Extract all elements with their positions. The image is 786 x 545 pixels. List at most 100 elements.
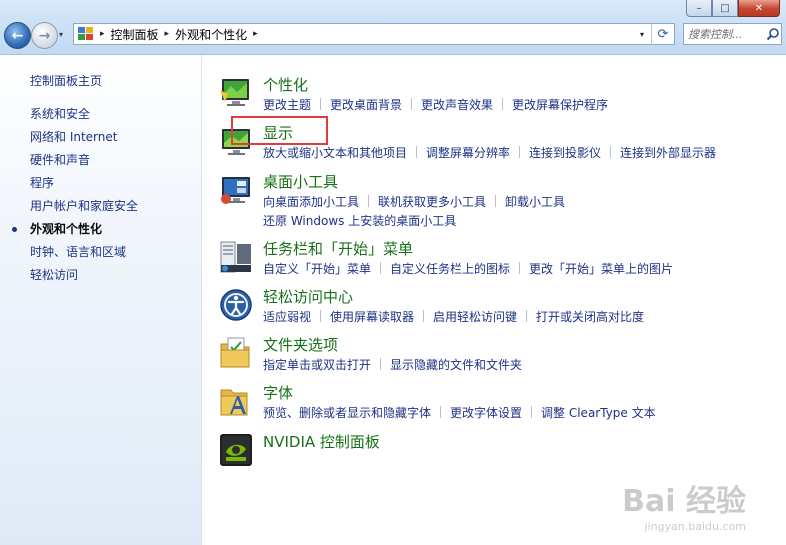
category-links: 预览、删除或者显示和隐藏字体 更改字体设置 调整 ClearType 文本: [263, 404, 783, 423]
link-separator: [519, 262, 521, 274]
link-change-sound-effects[interactable]: 更改声音效果: [421, 98, 493, 112]
link-get-more-gadgets[interactable]: 联机获取更多小工具: [378, 195, 486, 209]
back-button[interactable]: ←: [4, 22, 31, 49]
link-separator: [416, 146, 418, 158]
link-change-font-settings[interactable]: 更改字体设置: [450, 406, 522, 420]
link-separator: [380, 358, 382, 370]
personalization-icon: [220, 79, 249, 106]
refresh-button[interactable]: ⟳: [651, 24, 674, 44]
link-separator: [531, 406, 533, 418]
taskbar-icon: [220, 241, 251, 273]
category-links: 自定义「开始」菜单 自定义任务栏上的图标 更改「开始」菜单上的图片: [263, 260, 783, 279]
sidebar-item-appearance: 外观和个性化: [0, 218, 200, 241]
link-use-screen-reader[interactable]: 使用屏幕读取器: [330, 310, 414, 324]
breadcrumb-control-panel[interactable]: 控制面板: [111, 26, 159, 43]
link-add-gadgets[interactable]: 向桌面添加小工具: [263, 195, 359, 209]
folder-options-icon: [220, 337, 250, 368]
control-panel-icon: [78, 27, 94, 41]
sidebar-item-label: 外观和个性化: [30, 222, 103, 236]
breadcrumb-separator: ▸: [100, 29, 105, 39]
category-links: 放大或缩小文本和其他项目 调整屏幕分辨率 连接到投影仪 连接到外部显示器: [263, 144, 783, 163]
category-title[interactable]: NVIDIA 控制面板: [263, 431, 380, 452]
watermark-url: jingyan.baidu.com: [644, 520, 746, 533]
link-separator: [502, 98, 504, 110]
category-title[interactable]: 字体: [263, 382, 293, 403]
link-change-theme[interactable]: 更改主题: [263, 98, 311, 112]
link-separator: [423, 310, 425, 322]
category-links: 更改主题 更改桌面背景 更改声音效果 更改屏幕保护程序: [263, 96, 783, 115]
category-links: 向桌面添加小工具 联机获取更多小工具 卸载小工具 还原 Windows 上安装的桌面…: [263, 193, 783, 231]
link-zoom-text[interactable]: 放大或缩小文本和其他项目: [263, 146, 407, 160]
link-separator: [440, 406, 442, 418]
link-uninstall-gadget[interactable]: 卸载小工具: [505, 195, 565, 209]
sidebar-item-network[interactable]: 网络和 Internet: [0, 126, 200, 149]
link-adjust-cleartype[interactable]: 调整 ClearType 文本: [541, 406, 656, 420]
nvidia-icon: [220, 434, 252, 466]
link-connect-external-display[interactable]: 连接到外部显示器: [620, 146, 716, 160]
maximize-button[interactable]: □: [712, 0, 738, 17]
sidebar-home-link[interactable]: 控制面板主页: [30, 72, 102, 89]
link-enable-access-keys[interactable]: 启用轻松访问键: [433, 310, 517, 324]
sidebar-item-hardware-sound[interactable]: 硬件和声音: [0, 149, 200, 172]
recent-pages-dropdown[interactable]: ▾: [59, 30, 63, 39]
back-arrow-icon: ←: [11, 27, 24, 44]
refresh-icon: ⟳: [657, 26, 669, 42]
link-restore-gadgets[interactable]: 还原 Windows 上安装的桌面小工具: [263, 214, 456, 228]
minimize-button[interactable]: –: [686, 0, 712, 17]
link-connect-projector[interactable]: 连接到投影仪: [529, 146, 601, 160]
search-icon[interactable]: [766, 27, 780, 41]
link-separator: [320, 310, 322, 322]
link-change-start-menu-picture[interactable]: 更改「开始」菜单上的图片: [529, 262, 673, 276]
link-separator: [411, 98, 413, 110]
link-preview-fonts[interactable]: 预览、删除或者显示和隐藏字体: [263, 406, 431, 420]
category-links: 适应弱视 使用屏幕读取器 启用轻松访问键 打开或关闭高对比度: [263, 308, 783, 327]
link-customize-start-menu[interactable]: 自定义「开始」菜单: [263, 262, 371, 276]
link-high-contrast[interactable]: 打开或关闭高对比度: [536, 310, 644, 324]
address-dropdown[interactable]: ▾: [634, 24, 650, 44]
category-title[interactable]: 任务栏和「开始」菜单: [263, 238, 413, 259]
link-low-vision[interactable]: 适应弱视: [263, 310, 311, 324]
link-adjust-resolution[interactable]: 调整屏幕分辨率: [426, 146, 510, 160]
sidebar: 控制面板主页 系统和安全 网络和 Internet 硬件和声音 程序 用户帐户和…: [0, 55, 202, 545]
ease-of-access-icon: [220, 289, 252, 321]
link-separator: [368, 195, 370, 207]
search-input[interactable]: [688, 27, 764, 41]
category-title[interactable]: 个性化: [263, 74, 308, 95]
link-change-screen-saver[interactable]: 更改屏幕保护程序: [512, 98, 608, 112]
breadcrumb-separator[interactable]: ▸: [253, 29, 258, 39]
sidebar-item-programs[interactable]: 程序: [0, 172, 200, 195]
title-bar: – □ ✕ ← → ▾ ▸ 控制面板 ▸ 外观和个性化 ▸ ▾ ⟳: [0, 0, 786, 55]
sidebar-item-user-accounts[interactable]: 用户帐户和家庭安全: [0, 195, 200, 218]
link-single-double-click[interactable]: 指定单击或双击打开: [263, 358, 371, 372]
fonts-icon: [220, 389, 248, 416]
sidebar-item-clock-region[interactable]: 时钟、语言和区域: [0, 241, 200, 264]
close-button[interactable]: ✕: [738, 0, 780, 17]
category-links: 指定单击或双击打开 显示隐藏的文件和文件夹: [263, 356, 783, 375]
desktop-gadgets-icon: [221, 177, 250, 204]
search-box[interactable]: [683, 23, 782, 45]
link-separator: [495, 195, 497, 207]
window-controls: – □ ✕: [686, 0, 780, 18]
link-separator: [526, 310, 528, 322]
link-separator: [610, 146, 612, 158]
category-title[interactable]: 文件夹选项: [263, 334, 338, 355]
watermark: Bai 经验 jingyan.baidu.com: [622, 476, 746, 533]
link-separator: [380, 262, 382, 274]
active-bullet-icon: [12, 227, 17, 232]
sidebar-nav: 系统和安全 网络和 Internet 硬件和声音 程序 用户帐户和家庭安全 外观…: [0, 103, 200, 287]
address-bar[interactable]: ▸ 控制面板 ▸ 外观和个性化 ▸ ▾: [73, 23, 675, 45]
link-separator: [320, 98, 322, 110]
category-title[interactable]: 桌面小工具: [263, 171, 338, 192]
category-title[interactable]: 轻松访问中心: [263, 286, 353, 307]
forward-button[interactable]: →: [31, 22, 58, 49]
breadcrumb-appearance[interactable]: 外观和个性化: [175, 26, 247, 43]
sidebar-item-system-security[interactable]: 系统和安全: [0, 103, 200, 126]
control-panel-window: – □ ✕ ← → ▾ ▸ 控制面板 ▸ 外观和个性化 ▸ ▾ ⟳ 搜索控制..…: [0, 0, 786, 545]
link-show-hidden-files[interactable]: 显示隐藏的文件和文件夹: [390, 358, 522, 372]
highlight-box: [231, 116, 328, 145]
breadcrumb-separator[interactable]: ▸: [165, 29, 170, 39]
watermark-logo: Bai 经验: [622, 484, 746, 519]
link-change-desktop-background[interactable]: 更改桌面背景: [330, 98, 402, 112]
link-customize-taskbar-icons[interactable]: 自定义任务栏上的图标: [390, 262, 510, 276]
sidebar-item-ease-of-access[interactable]: 轻松访问: [0, 264, 200, 287]
